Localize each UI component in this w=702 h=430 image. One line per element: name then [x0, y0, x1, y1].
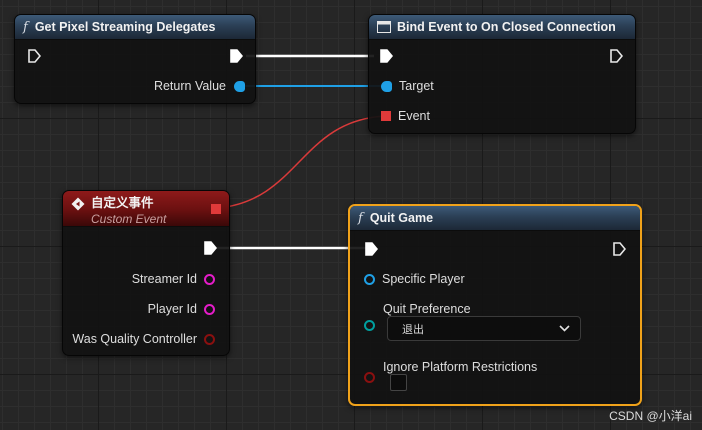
exec-out-icon: [613, 242, 626, 256]
exec-in-pin[interactable]: [379, 49, 393, 63]
node-custom-event[interactable]: 自定义事件 Custom Event Streamer Id Player Id…: [62, 190, 230, 356]
string-pin-icon: [204, 273, 215, 285]
node-quit-game[interactable]: f Quit Game Specific Player Quit Prefere…: [348, 204, 642, 406]
node-get-pixel-streaming-delegates[interactable]: f Get Pixel Streaming Delegates Return V…: [14, 14, 256, 104]
exec-in-pin[interactable]: [364, 242, 378, 256]
watermark: CSDN @小洋ai: [609, 409, 692, 423]
bool-pin-icon[interactable]: [364, 372, 375, 383]
node-header[interactable]: f Quit Game: [350, 206, 640, 231]
bool-pin-icon: [204, 333, 215, 345]
player-id-label: Player Id: [147, 302, 197, 316]
function-icon: f: [358, 210, 363, 226]
object-pin-icon: [234, 80, 245, 92]
chevron-down-icon: [559, 325, 570, 332]
quit-preference-dropdown[interactable]: 退出: [387, 316, 581, 341]
node-header[interactable]: Bind Event to On Closed Connection: [369, 15, 635, 40]
exec-in-pin[interactable]: [27, 49, 41, 63]
node-header[interactable]: 自定义事件 Custom Event: [63, 191, 229, 227]
return-value-pin[interactable]: Return Value: [154, 79, 245, 93]
target-label: Target: [399, 79, 434, 93]
node-header[interactable]: f Get Pixel Streaming Delegates: [15, 15, 255, 40]
was-quality-controller-pin[interactable]: Was Quality Controller: [72, 332, 215, 346]
specific-player-label: Specific Player: [382, 272, 465, 286]
player-id-pin[interactable]: Player Id: [148, 302, 215, 316]
quit-preference-label: Quit Preference: [383, 302, 471, 316]
exec-in-icon: [365, 242, 378, 256]
delegate-wire-event-to-custom: [217, 115, 387, 209]
object-pin-icon: [364, 273, 375, 285]
streamer-id-pin[interactable]: Streamer Id: [132, 272, 215, 286]
event-pin[interactable]: Event: [381, 109, 430, 123]
exec-out-pin[interactable]: [229, 49, 243, 63]
delegate-pin-icon: [381, 111, 391, 121]
target-pin[interactable]: Target: [381, 79, 434, 93]
quit-preference-value: 退出: [402, 323, 424, 336]
node-title: Quit Game: [369, 211, 434, 225]
delegate-out-pin[interactable]: [211, 204, 221, 214]
quit-preference-label-row: Quit Preference: [383, 302, 471, 316]
exec-out-pin[interactable]: [612, 242, 626, 256]
exec-out-pin[interactable]: [609, 49, 623, 63]
string-pin-icon: [204, 303, 215, 315]
streamer-id-label: Streamer Id: [131, 272, 197, 286]
enum-pin-icon[interactable]: [364, 320, 375, 331]
exec-out-pin[interactable]: [203, 241, 217, 255]
event-diamond-icon: [71, 197, 85, 211]
event-label: Event: [398, 109, 430, 123]
specific-player-pin[interactable]: Specific Player: [364, 272, 465, 286]
return-value-label: Return Value: [153, 79, 226, 93]
exec-in-icon: [28, 49, 41, 63]
node-subtitle: Custom Event: [91, 212, 167, 226]
node-title: 自定义事件: [91, 196, 154, 210]
window-icon: [377, 21, 391, 33]
ignore-restrictions-label: Ignore Platform Restrictions: [383, 360, 538, 374]
ignore-restrictions-checkbox[interactable]: [390, 374, 407, 391]
object-pin-icon: [381, 80, 392, 92]
node-title: Get Pixel Streaming Delegates: [34, 20, 216, 34]
node-title: Bind Event to On Closed Connection: [397, 20, 616, 34]
ignore-restrictions-label-row: Ignore Platform Restrictions: [383, 360, 537, 374]
function-icon: f: [23, 19, 28, 35]
exec-out-icon: [204, 241, 217, 255]
exec-in-icon: [380, 49, 393, 63]
exec-out-icon: [230, 49, 243, 63]
node-bind-event-on-closed-connection[interactable]: Bind Event to On Closed Connection Targe…: [368, 14, 636, 134]
exec-out-icon: [610, 49, 623, 63]
was-quality-controller-label: Was Quality Controller: [72, 332, 197, 346]
